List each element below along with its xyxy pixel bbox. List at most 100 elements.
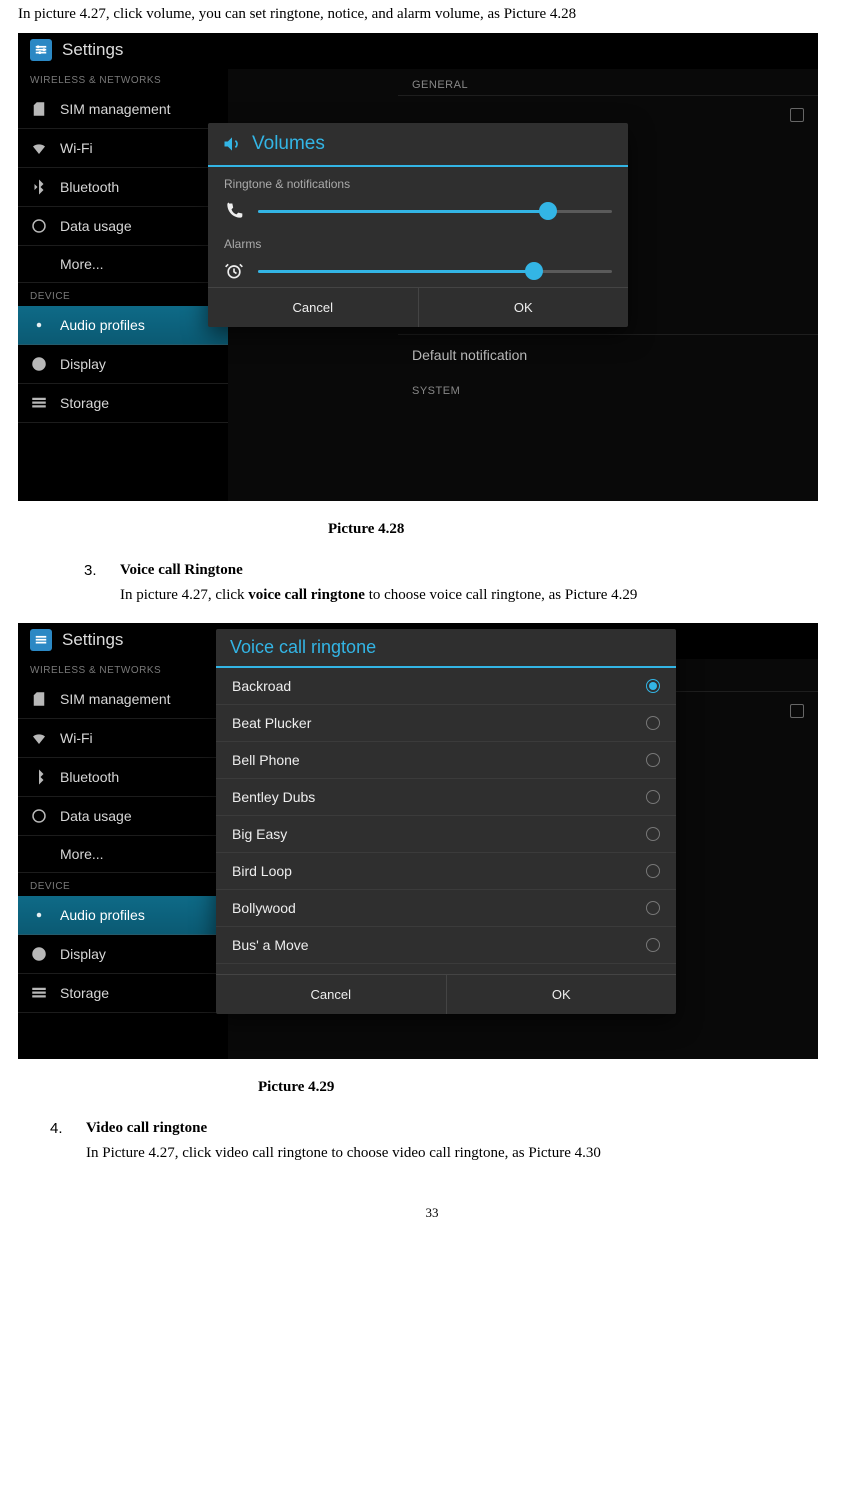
- ringtone-slider[interactable]: [258, 210, 612, 213]
- section-3-text: In picture 4.27, click voice call ringto…: [120, 583, 637, 607]
- ringtone-dialog: Voice call ringtone BackroadBeat Plucker…: [216, 629, 676, 1014]
- text-part: to choose voice call ringtone, as Pictur…: [365, 587, 637, 603]
- sidebar-label: Wi-Fi: [60, 140, 93, 156]
- radio-icon[interactable]: [646, 679, 660, 693]
- sidebar-item-display[interactable]: Display: [18, 345, 228, 384]
- display-icon: [30, 945, 48, 963]
- sidebar-item-more[interactable]: More...: [18, 836, 228, 873]
- ringtone-option-label: Big Easy: [232, 826, 287, 842]
- radio-icon[interactable]: [646, 827, 660, 841]
- data-usage-icon: [30, 807, 48, 825]
- sidebar-label: Data usage: [60, 808, 132, 824]
- sidebar-label: More...: [60, 846, 104, 862]
- sidebar-label: Data usage: [60, 218, 132, 234]
- dialog-title: Volumes: [208, 123, 628, 167]
- phone-icon: [224, 201, 244, 221]
- sidebar-item-storage[interactable]: Storage: [18, 974, 228, 1013]
- ringtone-option-label: Bus' a Move: [232, 937, 309, 953]
- storage-icon: [30, 394, 48, 412]
- screenshot-ringtone: Settings WIRELESS & NETWORKS SIM managem…: [18, 623, 818, 1059]
- sidebar-item-bluetooth[interactable]: Bluetooth: [18, 758, 228, 797]
- sidebar-item-audio[interactable]: Audio profiles: [18, 896, 228, 935]
- volume-label-ringtone: Ringtone & notifications: [224, 177, 612, 191]
- sidebar-label: Audio profiles: [60, 317, 145, 333]
- volume-row-alarms: Alarms: [208, 227, 628, 287]
- cancel-button[interactable]: Cancel: [208, 288, 418, 327]
- settings-sidebar: WIRELESS & NETWORKS SIM management Wi-Fi…: [18, 67, 228, 423]
- section-4-text: In Picture 4.27, click video call ringto…: [86, 1141, 601, 1165]
- sidebar-item-sim[interactable]: SIM management: [18, 680, 228, 719]
- main-row-default-notification[interactable]: Default notification: [398, 334, 818, 375]
- sidebar-item-data[interactable]: Data usage: [18, 207, 228, 246]
- intro-text: In picture 4.27, click volume, you can s…: [18, 6, 846, 23]
- sidebar-item-bluetooth[interactable]: Bluetooth: [18, 168, 228, 207]
- audio-icon: [30, 906, 48, 924]
- wifi-icon: [30, 139, 48, 157]
- slider-thumb[interactable]: [525, 262, 543, 280]
- radio-icon[interactable]: [646, 938, 660, 952]
- dialog-title-text: Volumes: [252, 133, 325, 155]
- sidebar-label: Bluetooth: [60, 769, 119, 785]
- volumes-dialog: Volumes Ringtone & notifications Alarms: [208, 123, 628, 327]
- radio-icon[interactable]: [646, 901, 660, 915]
- ringtone-option-label: Backroad: [232, 678, 291, 694]
- ok-button[interactable]: OK: [418, 288, 629, 327]
- ringtone-list[interactable]: Backroad Beat Plucker Bell PhoneBentley Du…: [216, 668, 676, 974]
- bluetooth-icon: [30, 178, 48, 196]
- settings-header: Settings: [18, 33, 818, 67]
- ringtone-option[interactable]: Bollywood: [216, 890, 676, 927]
- sidebar-label: Storage: [60, 395, 109, 411]
- alarms-slider[interactable]: [258, 270, 612, 273]
- settings-title: Settings: [62, 630, 123, 650]
- sidebar-label: Display: [60, 946, 106, 962]
- ringtone-option[interactable]: Bus' a Move: [216, 927, 676, 964]
- sidebar-item-sim[interactable]: SIM management: [18, 90, 228, 129]
- ringtone-option[interactable]: Cairo: [216, 964, 676, 974]
- main-section-general: GENERAL: [398, 69, 818, 95]
- radio-icon[interactable]: [646, 864, 660, 878]
- audio-icon: [30, 316, 48, 334]
- sidebar-label: SIM management: [60, 101, 171, 117]
- sidebar-item-audio[interactable]: Audio profiles: [18, 306, 228, 345]
- main-section-system: SYSTEM: [398, 375, 818, 401]
- storage-icon: [30, 984, 48, 1002]
- sidebar-item-more[interactable]: More...: [18, 246, 228, 283]
- ringtone-option[interactable]: Bird Loop: [216, 853, 676, 890]
- ringtone-option[interactable]: Beat Plucker: [216, 705, 676, 742]
- sidebar-item-display[interactable]: Display: [18, 935, 228, 974]
- ringtone-option-label: Beat Plucker: [232, 715, 311, 731]
- sidebar-label: Wi-Fi: [60, 730, 93, 746]
- radio-icon[interactable]: [646, 716, 660, 730]
- radio-icon[interactable]: [646, 753, 660, 767]
- ringtone-option[interactable]: Bentley Dubs: [216, 779, 676, 816]
- checkbox-empty-icon[interactable]: [790, 108, 804, 122]
- sidebar-item-wifi[interactable]: Wi-Fi: [18, 719, 228, 758]
- alarm-icon: [224, 261, 244, 281]
- checkbox-empty-icon[interactable]: [790, 704, 804, 718]
- caption-429: Picture 4.29: [258, 1079, 846, 1096]
- slider-thumb[interactable]: [539, 202, 557, 220]
- ringtone-option[interactable]: Bell Phone: [216, 742, 676, 779]
- section-3-title: Voice call Ringtone: [120, 562, 637, 579]
- text-bold: voice call ringtone: [248, 587, 365, 603]
- ringtone-option[interactable]: Big Easy: [216, 816, 676, 853]
- caption-428: Picture 4.28: [328, 521, 846, 538]
- category-device: DEVICE: [18, 873, 228, 896]
- list-number-3: 3.: [84, 562, 120, 607]
- sim-icon: [30, 690, 48, 708]
- ringtone-option[interactable]: Backroad: [216, 668, 676, 705]
- radio-icon[interactable]: [646, 790, 660, 804]
- list-number-4: 4.: [50, 1120, 86, 1165]
- sidebar-item-data[interactable]: Data usage: [18, 797, 228, 836]
- sidebar-item-wifi[interactable]: Wi-Fi: [18, 129, 228, 168]
- text-part: In picture 4.27, click: [120, 587, 248, 603]
- display-icon: [30, 355, 48, 373]
- cancel-button[interactable]: Cancel: [216, 975, 446, 1014]
- sidebar-item-storage[interactable]: Storage: [18, 384, 228, 423]
- sim-icon: [30, 100, 48, 118]
- wifi-icon: [30, 729, 48, 747]
- category-wireless: WIRELESS & NETWORKS: [18, 67, 228, 90]
- settings-app-icon: [30, 39, 52, 61]
- ok-button[interactable]: OK: [446, 975, 677, 1014]
- page-number: 33: [18, 1205, 846, 1221]
